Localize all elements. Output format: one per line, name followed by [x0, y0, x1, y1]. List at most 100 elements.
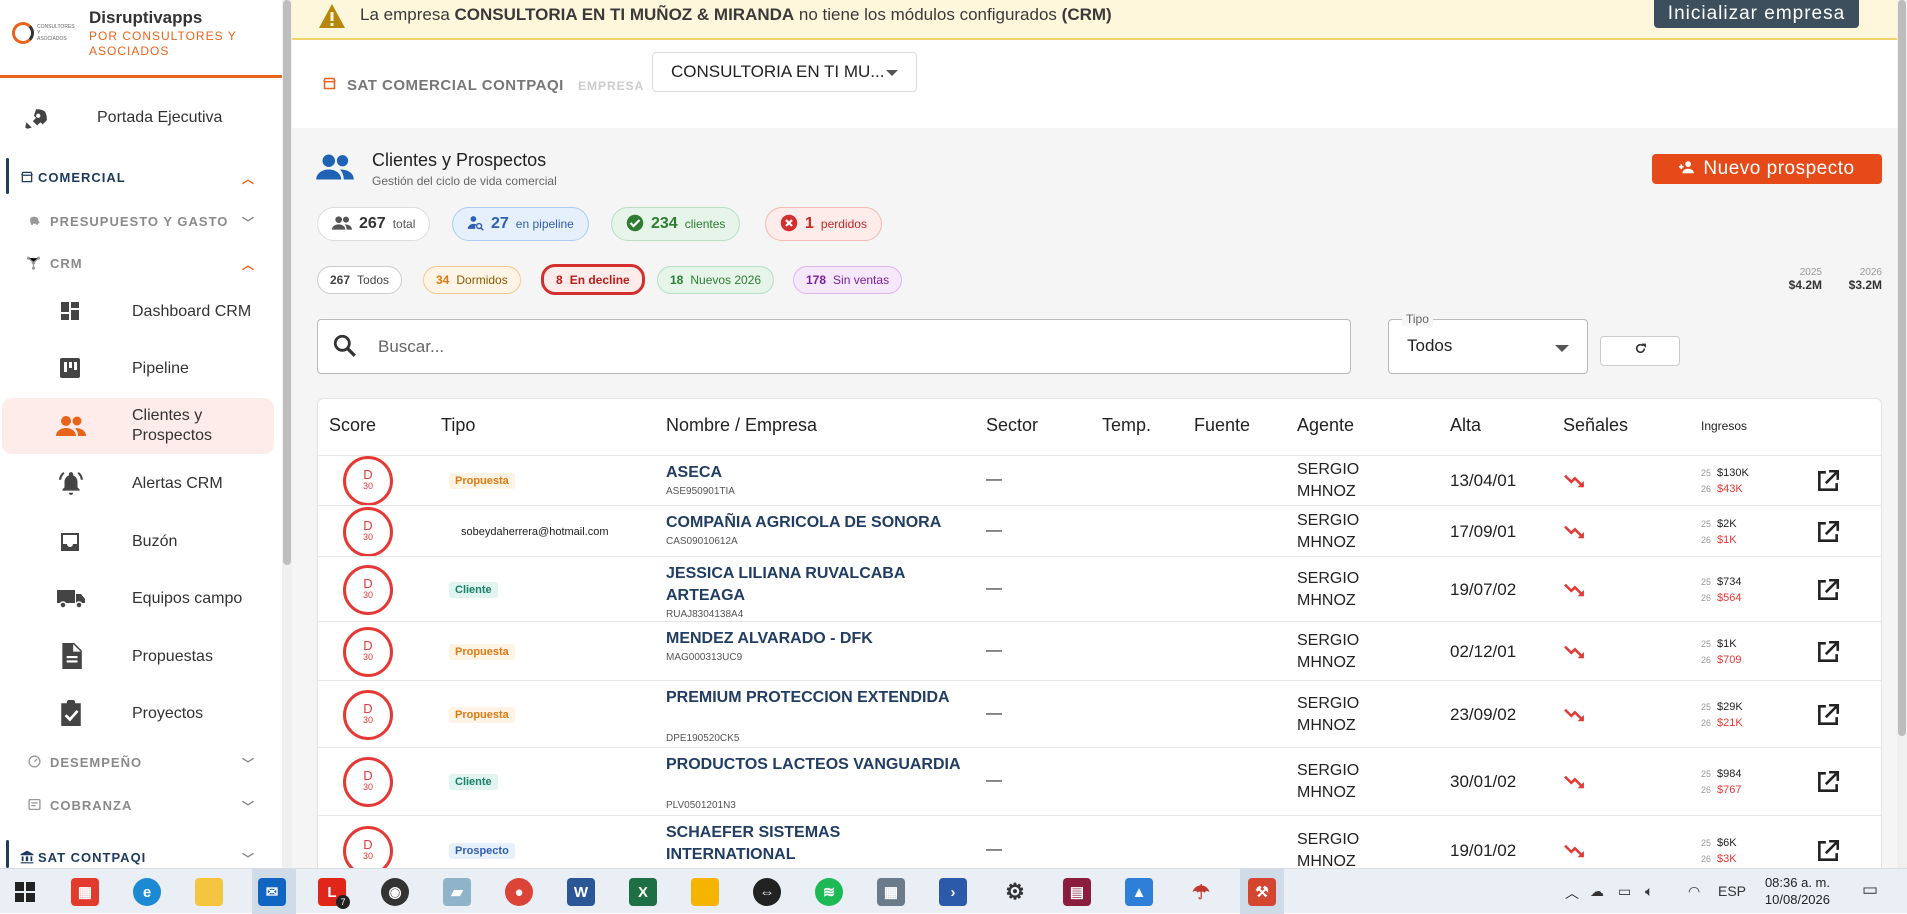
- column-header-senales[interactable]: Señales: [1563, 415, 1628, 436]
- score-badge[interactable]: D 30: [343, 757, 393, 807]
- client-name-link[interactable]: JESSICA LILIANA RUVALCABA ARTEAGA: [666, 563, 966, 607]
- client-name-link[interactable]: PRODUCTOS LACTEOS VANGUARDIA: [666, 754, 966, 776]
- init-company-button[interactable]: Inicializar empresa: [1654, 0, 1859, 28]
- new-prospect-button[interactable]: Nuevo prospecto: [1652, 154, 1882, 184]
- volume-icon[interactable]: 🔈︎: [1645, 883, 1653, 900]
- main-scrollbar-thumb[interactable]: [1898, 0, 1906, 736]
- clock[interactable]: 08:36 a. m. 10/08/2026: [1750, 874, 1830, 908]
- brand-logo[interactable]: CONSULTORES Y ASOCIADOS: [12, 20, 75, 46]
- pinned-app-icon[interactable]: ⚒: [1248, 878, 1276, 906]
- search-input[interactable]: [378, 334, 1278, 360]
- column-header-agente[interactable]: Agente: [1297, 415, 1354, 436]
- cloud-icon[interactable]: ☁: [1590, 883, 1604, 900]
- score-badge[interactable]: D 30: [343, 564, 393, 615]
- folder-app-icon[interactable]: [691, 878, 719, 906]
- photos-icon[interactable]: ▲: [1125, 878, 1153, 906]
- sidebar-item-buzon[interactable]: Buzón: [0, 526, 284, 558]
- notifications-icon[interactable]: ▭: [1862, 880, 1878, 900]
- sidebar-item-pipeline[interactable]: Pipeline: [0, 352, 284, 384]
- spotify-icon[interactable]: ≋: [815, 878, 843, 906]
- outlook-icon[interactable]: ✉: [258, 878, 286, 906]
- table-row[interactable]: D 30 Propuesta MENDEZ ALVARADO - DFK MAG…: [318, 621, 1881, 680]
- open-external-icon[interactable]: [1815, 519, 1841, 550]
- filter-nuevos[interactable]: 18 Nuevos 2026: [657, 266, 775, 294]
- file-explorer-icon[interactable]: [195, 878, 223, 906]
- open-external-icon[interactable]: [1815, 639, 1841, 670]
- store-app-icon[interactable]: ▦: [71, 878, 99, 906]
- column-header-sector[interactable]: Sector: [986, 415, 1038, 436]
- windows-start-icon[interactable]: [11, 878, 39, 906]
- table-row[interactable]: D 30 sobeydaherrera@hotmail.com COMPAÑIA…: [318, 505, 1881, 557]
- table-row[interactable]: D 30 Cliente JESSICA LILIANA RUVALCABA A…: [318, 556, 1881, 621]
- filter-en-decline[interactable]: 8 En decline: [541, 264, 645, 295]
- empresa-select[interactable]: CONSULTORIA EN TI MU...: [652, 52, 917, 92]
- winrar-icon[interactable]: ▤: [1063, 878, 1091, 906]
- sidebar-scrollbar-thumb[interactable]: [283, 0, 291, 565]
- column-header-nombre[interactable]: Nombre / Empresa: [666, 415, 817, 436]
- section-label: CRM: [50, 256, 83, 271]
- edge-icon[interactable]: e: [133, 878, 161, 906]
- obs-icon[interactable]: ◉: [381, 878, 409, 906]
- sidebar-item-portada[interactable]: Portada Ejecutiva: [0, 100, 284, 136]
- wifi-icon[interactable]: ◠: [1688, 883, 1700, 900]
- client-name-link[interactable]: PREMIUM PROTECCION EXTENDIDA: [666, 687, 966, 709]
- calculator-icon[interactable]: ▦: [877, 878, 905, 906]
- table-row[interactable]: D 30 Prospecto SCHAEFER SISTEMAS INTERNA…: [318, 815, 1881, 868]
- client-name-link[interactable]: ASECA: [666, 462, 966, 484]
- tipo-select[interactable]: Tipo Todos: [1388, 312, 1588, 374]
- open-external-icon[interactable]: [1815, 769, 1841, 800]
- teamviewer-icon[interactable]: ⇔: [753, 878, 781, 906]
- excel-icon[interactable]: X: [629, 878, 657, 906]
- open-external-icon[interactable]: [1815, 468, 1841, 499]
- score-badge[interactable]: D 30: [343, 506, 393, 557]
- stat-total[interactable]: 267 total: [317, 207, 431, 241]
- mushroom-app-icon[interactable]: ☂: [1187, 878, 1215, 906]
- sidebar-item-equipos[interactable]: Equipos campo: [0, 582, 284, 614]
- table-row[interactable]: D 30 Propuesta ASECA ASE950901TIA — SERG…: [318, 455, 1881, 506]
- client-name-link[interactable]: MENDEZ ALVARADO - DFK: [666, 628, 966, 650]
- client-name-link[interactable]: SCHAEFER SISTEMAS INTERNATIONAL: [666, 822, 966, 866]
- notes-app-icon[interactable]: ▰: [443, 878, 471, 906]
- column-header-fuente[interactable]: Fuente: [1194, 415, 1250, 436]
- sidebar-item-propuestas[interactable]: Propuestas: [0, 640, 284, 672]
- tray-chevron-up-icon[interactable]: ︿: [1565, 883, 1579, 903]
- filter-dormidos[interactable]: 34 Dormidos: [423, 266, 521, 294]
- column-header-score[interactable]: Score: [329, 415, 376, 436]
- chrome-icon[interactable]: ●: [505, 878, 533, 906]
- table-row[interactable]: D 30 Propuesta PREMIUM PROTECCION EXTEND…: [318, 680, 1881, 747]
- filter-sin-ventas[interactable]: 178 Sin ventas: [793, 266, 903, 294]
- score-number: 30: [362, 714, 373, 725]
- sidebar-item-alertas[interactable]: Alertas CRM: [0, 468, 284, 500]
- score-badge[interactable]: D 30: [343, 689, 393, 740]
- stat-perdidos[interactable]: 1 perdidos: [765, 207, 882, 241]
- sidebar-item-proyectos[interactable]: Proyectos: [0, 697, 284, 729]
- sidebar-item-dashboard[interactable]: Dashboard CRM: [0, 295, 284, 327]
- table-row[interactable]: D 30 Cliente PRODUCTOS LACTEOS VANGUARDI…: [318, 747, 1881, 815]
- settings-gear-icon[interactable]: ⚙: [1001, 878, 1029, 906]
- filter-count: 34: [436, 273, 450, 287]
- warning-text: La empresa CONSULTORIA EN TI MUÑOZ & MIR…: [360, 5, 1112, 25]
- open-external-icon[interactable]: [1815, 577, 1841, 608]
- filter-todos[interactable]: 267 Todos: [317, 266, 403, 294]
- score-badge[interactable]: D 30: [343, 626, 393, 677]
- refresh-button[interactable]: [1600, 336, 1680, 366]
- language-indicator[interactable]: ESP: [1718, 883, 1746, 899]
- client-name-link[interactable]: COMPAÑIA AGRICOLA DE SONORA: [666, 512, 966, 534]
- sidebar-item-clientes[interactable]: Clientes y Prospectos: [0, 404, 284, 450]
- powershell-icon[interactable]: ›: [939, 878, 967, 906]
- column-header-alta[interactable]: Alta: [1450, 415, 1481, 436]
- stat-clientes[interactable]: 234 clientes: [611, 207, 741, 241]
- column-header-temp[interactable]: Temp.: [1102, 415, 1151, 436]
- filter-label: Dormidos: [456, 273, 508, 287]
- column-header-ingresos[interactable]: Ingresos: [1701, 419, 1747, 433]
- open-external-icon[interactable]: [1815, 702, 1841, 733]
- tipo-badge: Propuesta: [449, 706, 515, 723]
- word-icon[interactable]: W: [567, 878, 595, 906]
- score-badge[interactable]: D 30: [343, 456, 393, 506]
- battery-icon[interactable]: ▭: [1618, 883, 1631, 900]
- score-badge[interactable]: D 30: [343, 826, 393, 868]
- column-header-tipo[interactable]: Tipo: [441, 415, 475, 436]
- agent-last: MHNOZ: [1297, 483, 1356, 500]
- stat-pipeline[interactable]: 27 en pipeline: [452, 207, 589, 241]
- open-external-icon[interactable]: [1815, 838, 1841, 868]
